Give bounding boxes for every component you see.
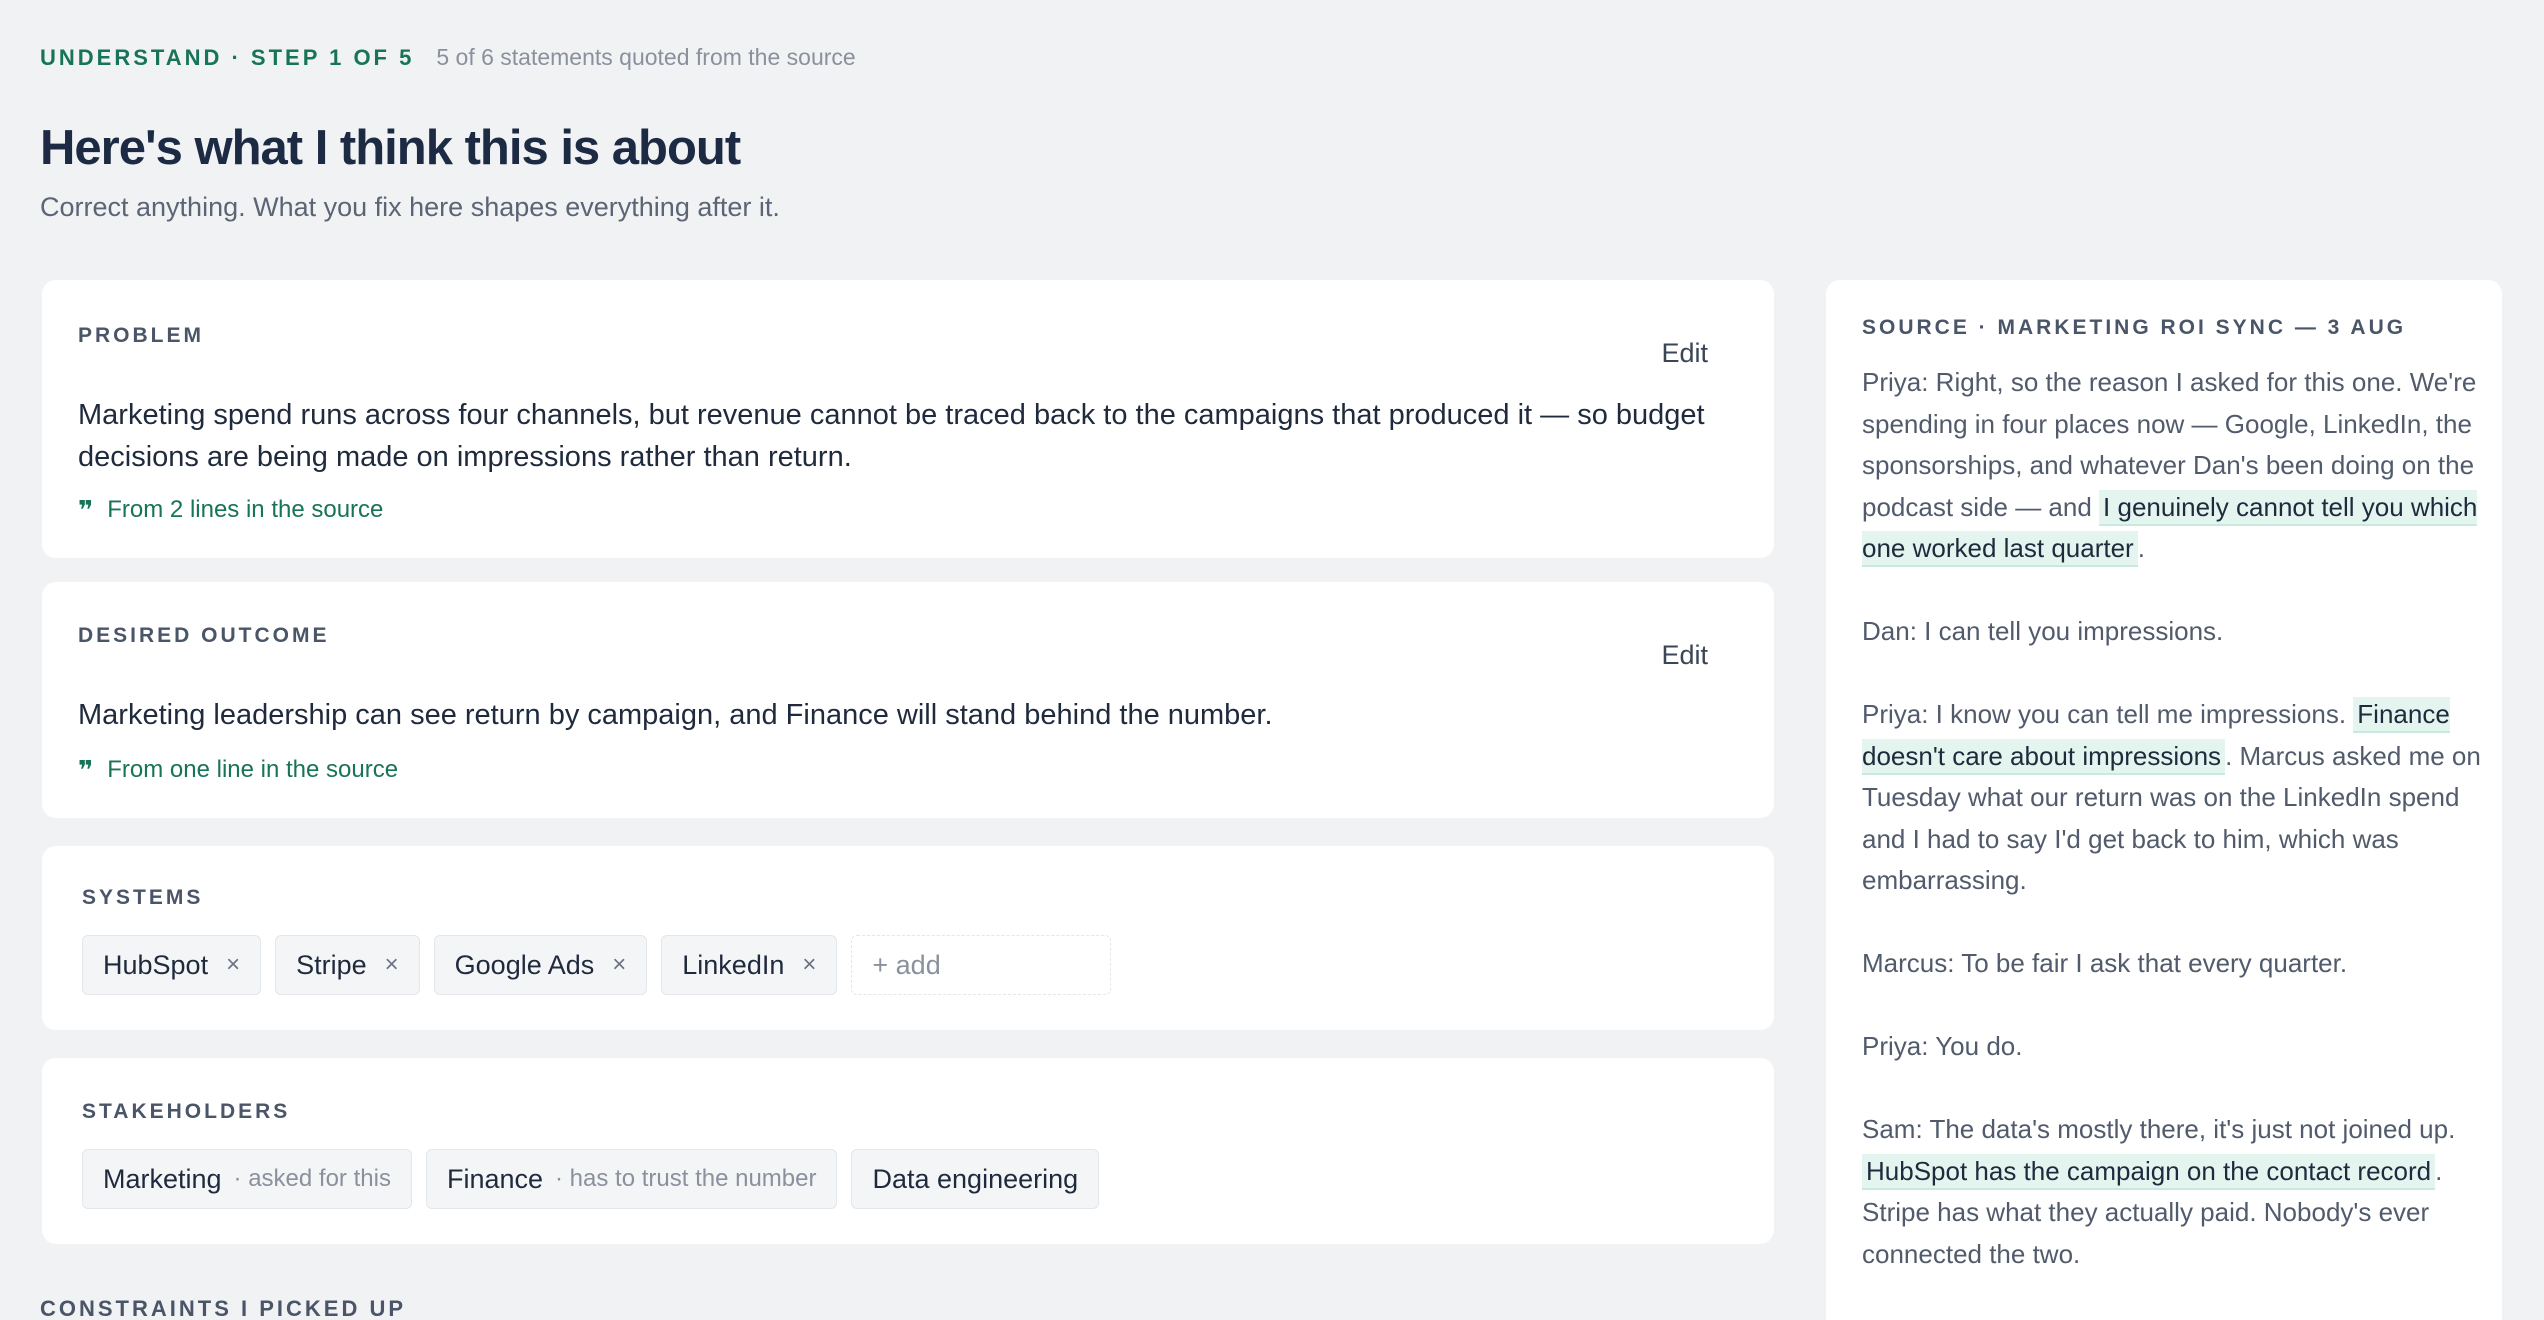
quote-icon: ❞	[78, 495, 94, 525]
problem-card: PROBLEM Edit Marketing spend runs across…	[42, 280, 1774, 558]
transcript-text: .	[2137, 533, 2145, 563]
systems-card: SYSTEMS HubSpot × Stripe × Google Ads × …	[42, 846, 1774, 1030]
close-icon[interactable]: ×	[802, 951, 816, 979]
stakeholders-label: STAKEHOLDERS	[82, 1100, 291, 1123]
outcome-card: DESIRED OUTCOME Edit Marketing leadershi…	[42, 582, 1774, 818]
chip-role: · has to trust the number	[555, 1165, 817, 1192]
chip-label: Finance	[446, 1163, 544, 1194]
outcome-text: Marketing leadership can see return by c…	[78, 699, 1273, 731]
transcript-text: Priya: You do.	[1862, 1031, 2023, 1061]
system-chip-google-ads: Google Ads ×	[433, 935, 648, 995]
chip-role: · asked for this	[233, 1165, 391, 1192]
chip-label: HubSpot	[103, 949, 209, 980]
systems-chips: HubSpot × Stripe × Google Ads × LinkedIn…	[82, 935, 1112, 995]
transcript-text: Marcus: To be fair I ask that every quar…	[1862, 948, 2348, 978]
outcome-label: DESIRED OUTCOME	[78, 624, 330, 647]
transcript-paragraph: Priya: Right, so the reason I asked for …	[1862, 362, 2482, 570]
stakeholder-chip-finance[interactable]: Finance · has to trust the number	[425, 1149, 838, 1209]
close-icon[interactable]: ×	[612, 951, 626, 979]
problem-label: PROBLEM	[78, 324, 204, 347]
close-icon[interactable]: ×	[226, 951, 240, 979]
transcript-paragraph: Sam: The data's mostly there, it's just …	[1862, 1109, 2482, 1275]
step-meta: 5 of 6 statements quoted from the source	[436, 44, 856, 70]
transcript-paragraph: Dan: I can tell you impressions.	[1862, 611, 2482, 653]
quoted-highlight[interactable]: HubSpot has the campaign on the contact …	[1862, 1153, 2436, 1190]
system-chip-stripe: Stripe ×	[275, 935, 420, 995]
stakeholder-chip-data-engineering[interactable]: Data engineering	[851, 1149, 1100, 1209]
constraints-label: CONSTRAINTS I PICKED UP	[40, 1296, 407, 1320]
problem-text: Marketing spend runs across four channel…	[78, 399, 1705, 473]
chip-label: Marketing	[103, 1163, 222, 1194]
step-indicator: UNDERSTAND · STEP 1 OF 5 5 of 6 statemen…	[40, 44, 856, 71]
page-title: Here's what I think this is about	[40, 121, 741, 175]
quote-icon: ❞	[78, 755, 94, 785]
outcome-edit-button[interactable]: Edit	[1661, 640, 1708, 671]
transcript-text: Priya: I know you can tell me impression…	[1862, 699, 2354, 729]
stakeholder-chips: Marketing · asked for this Finance · has…	[82, 1149, 1100, 1209]
chip-label: Data engineering	[872, 1163, 1079, 1194]
problem-source-ref: From 2 lines in the source	[107, 496, 384, 523]
system-chip-hubspot: HubSpot ×	[82, 935, 262, 995]
outcome-source-ref: From one line in the source	[107, 756, 399, 783]
chip-label: Google Ads	[454, 949, 595, 980]
outcome-source-link[interactable]: ❞ From one line in the source	[78, 756, 398, 784]
source-title: SOURCE · MARKETING ROI SYNC — 3 AUG	[1862, 316, 2407, 339]
page: UNDERSTAND · STEP 1 OF 5 5 of 6 statemen…	[0, 0, 2544, 1320]
stakeholders-card: STAKEHOLDERS Marketing · asked for this …	[42, 1058, 1774, 1244]
system-chip-linkedin: LinkedIn ×	[661, 935, 838, 995]
transcript-text: Dan: I can tell you impressions.	[1862, 616, 2224, 646]
add-system-input[interactable]: + add	[851, 935, 1112, 995]
source-transcript: Priya: Right, so the reason I asked for …	[1862, 362, 2482, 1317]
transcript-paragraph: Priya: I know you can tell me impression…	[1862, 694, 2482, 902]
close-icon[interactable]: ×	[385, 951, 399, 979]
transcript-text: Sam: The data's mostly there, it's just …	[1862, 1114, 2456, 1144]
page-subtitle: Correct anything. What you fix here shap…	[40, 192, 780, 222]
chip-label: Stripe	[296, 949, 367, 980]
problem-edit-button[interactable]: Edit	[1661, 338, 1708, 369]
step-label: UNDERSTAND · STEP 1 OF 5	[40, 45, 415, 70]
transcript-paragraph: Priya: You do.	[1862, 1026, 2482, 1068]
problem-source-link[interactable]: ❞ From 2 lines in the source	[78, 496, 383, 524]
systems-label: SYSTEMS	[82, 886, 204, 909]
source-panel: SOURCE · MARKETING ROI SYNC — 3 AUG Priy…	[1826, 280, 2502, 1320]
transcript-paragraph: Marcus: To be fair I ask that every quar…	[1862, 943, 2482, 985]
chip-label: LinkedIn	[682, 949, 785, 980]
stakeholder-chip-marketing[interactable]: Marketing · asked for this	[82, 1149, 412, 1209]
